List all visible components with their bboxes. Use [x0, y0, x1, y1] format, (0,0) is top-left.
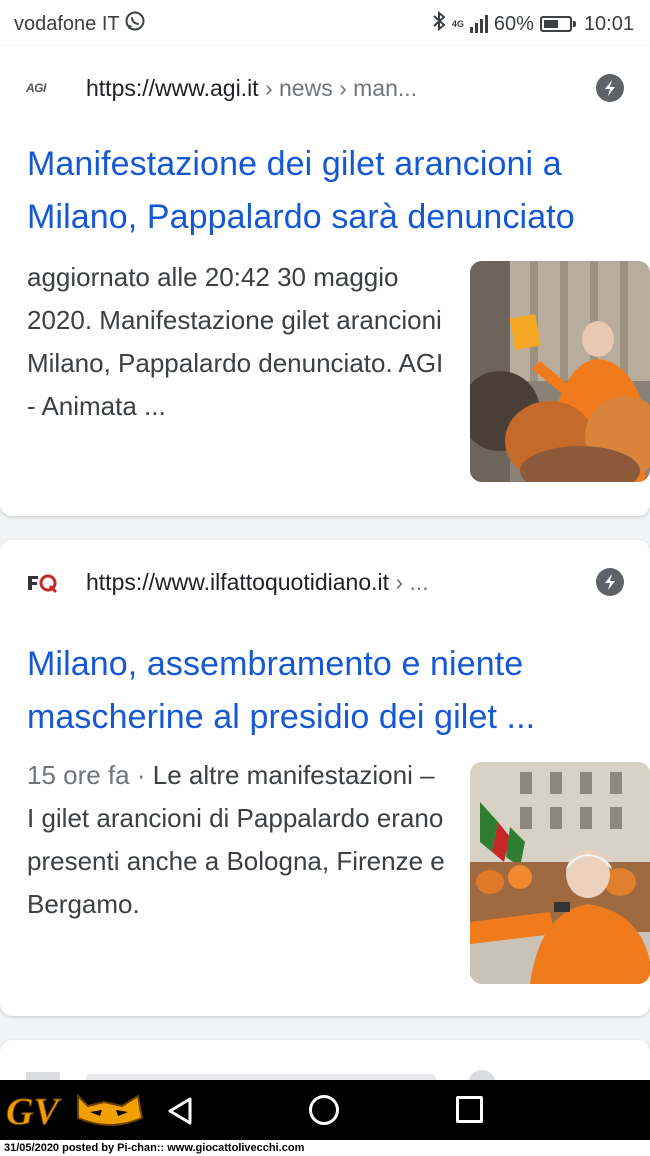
home-button[interactable]: [309, 1095, 339, 1125]
footer-caption: 31/05/2020 posted by Pi-chan:: www.gioca…: [0, 1140, 650, 1156]
logo-gv-text: GV: [6, 1091, 61, 1133]
battery-icon: [539, 16, 576, 32]
result-thumbnail[interactable]: [470, 762, 650, 984]
status-bar-left: vodafone IT: [14, 10, 146, 38]
result-source[interactable]: AGI https://www.agi.it › news › man...: [26, 72, 624, 104]
search-result-card[interactable]: https://www.ilfattoquotidiano.it › ... M…: [0, 540, 650, 1016]
result-snippet: 15 ore fa · Le altre manifestazioni – I …: [27, 760, 445, 919]
signal-icon: [469, 15, 488, 33]
watermark-logo: GV: [4, 1088, 149, 1134]
site-favicon: AGI: [26, 76, 60, 100]
amp-lightning-icon[interactable]: [596, 74, 624, 102]
site-favicon: [26, 570, 60, 594]
result-snippet: aggiornato alle 20:42 30 maggio 2020. Ma…: [27, 262, 444, 421]
result-url[interactable]: https://www.ilfattoquotidiano.it › ...: [86, 569, 429, 596]
whatsapp-icon: [124, 10, 146, 38]
clock: 10:01: [583, 12, 634, 35]
agi-logo: AGI: [26, 81, 46, 95]
ilfatto-logo-icon: [28, 574, 58, 594]
back-button[interactable]: [166, 1096, 194, 1131]
navigation-bar: GV: [0, 1080, 650, 1140]
protest-photo-1: [470, 261, 650, 482]
status-bar-right: 4G 60% 10:01: [432, 10, 634, 38]
carrier-name: vodafone IT: [14, 12, 120, 35]
recents-button[interactable]: [456, 1096, 483, 1123]
battery-percent: 60%: [493, 12, 534, 35]
result-url[interactable]: https://www.agi.it › news › man...: [86, 75, 417, 102]
search-result-card[interactable]: AGI https://www.agi.it › news › man... M…: [0, 46, 650, 516]
result-thumbnail[interactable]: [470, 261, 650, 482]
protest-photo-2: [470, 762, 650, 984]
bluetooth-icon: [432, 10, 446, 38]
network-type: 4G: [451, 18, 464, 29]
result-source[interactable]: https://www.ilfattoquotidiano.it › ...: [26, 566, 624, 598]
result-title[interactable]: Milano, assembramento e niente mascherin…: [27, 638, 640, 744]
amp-lightning-icon[interactable]: [596, 568, 624, 596]
status-bar: vodafone IT 4G 60% 10:01: [0, 0, 650, 46]
result-title[interactable]: Manifestazione dei gilet arancioni a Mil…: [27, 138, 640, 244]
